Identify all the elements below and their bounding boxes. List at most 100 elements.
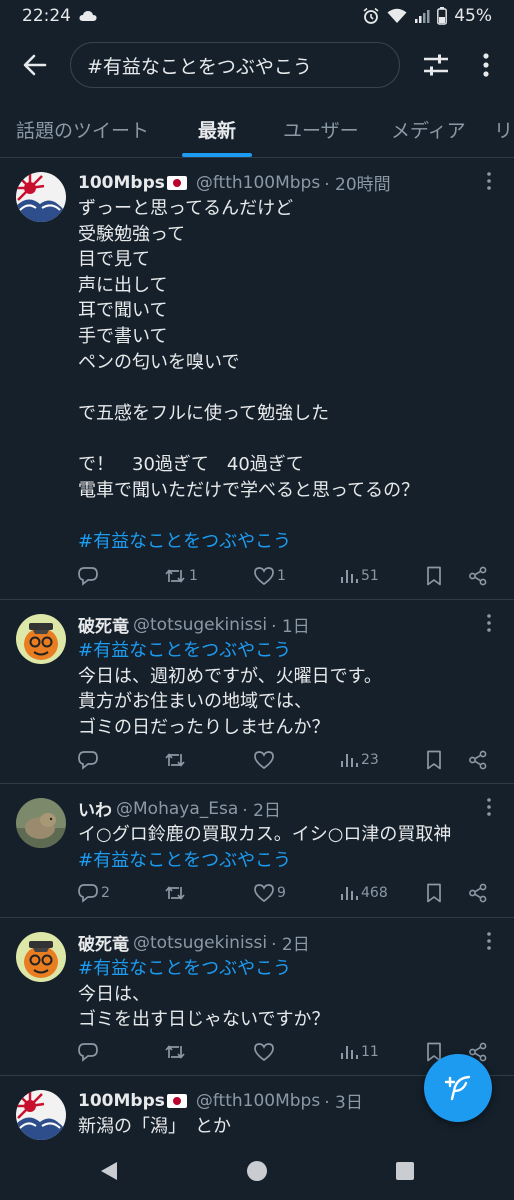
- display-name[interactable]: いわ: [78, 796, 112, 821]
- display-name[interactable]: 破死竜: [78, 930, 129, 955]
- more-options-button[interactable]: [474, 48, 498, 82]
- bookmark-button[interactable]: [426, 564, 442, 588]
- tweet[interactable]: 破死竜 @totsugekinissi · 1日 #有益なことをつぶやこう 今日…: [0, 600, 514, 784]
- japan-flag-icon: [166, 175, 187, 190]
- retweet-icon: [165, 886, 185, 900]
- bookmark-button[interactable]: [426, 881, 442, 905]
- reply-icon: [78, 567, 98, 586]
- tweet-line: 今日は、: [78, 983, 150, 1005]
- tweet-time: · 1日: [271, 617, 310, 637]
- avatar[interactable]: [16, 172, 66, 222]
- tab-media[interactable]: メディア: [391, 116, 466, 143]
- search-tabs: 話題のツイート 最新 ユーザー メディア リ: [0, 100, 514, 158]
- back-button[interactable]: [18, 48, 52, 82]
- reply-button[interactable]: 2: [78, 881, 110, 905]
- like-count: 1: [277, 568, 286, 584]
- tab-latest[interactable]: 最新: [198, 116, 236, 143]
- like-button[interactable]: 1: [254, 564, 286, 588]
- active-tab-indicator: [182, 153, 252, 157]
- nav-home-button[interactable]: [242, 1156, 272, 1186]
- hashtag-link[interactable]: #有益なことをつぶやこう: [78, 956, 494, 982]
- retweet-button[interactable]: [164, 1040, 189, 1064]
- share-button[interactable]: [468, 748, 488, 772]
- display-name[interactable]: 破死竜: [78, 612, 129, 637]
- tweet[interactable]: いわ @Mohaya_Esa · 2日 イ○グロ鈴鹿の買取カス。イシ○ロ津の買取…: [0, 784, 514, 918]
- like-count: 9: [277, 885, 286, 901]
- view-count: 23: [361, 752, 379, 768]
- nav-recents-button[interactable]: [390, 1156, 420, 1186]
- tweet[interactable]: 100Mbps @ftth100Mbps · 20時間 ずっーと思ってるんだけど…: [0, 158, 514, 600]
- tweet-line: 貴方がお住まいの地域では、: [78, 691, 312, 713]
- tweet-header: 100Mbps @ftth100Mbps · 20時間: [78, 170, 474, 196]
- reply-button[interactable]: [78, 1040, 101, 1064]
- arrow-left-icon: [23, 54, 47, 76]
- tweet-text: イ○グロ鈴鹿の買取カス。イシ○ロ津の買取神 #有益なことをつぶやこう: [78, 822, 494, 873]
- tweet-time: · 2日: [271, 935, 310, 955]
- reply-button[interactable]: [78, 564, 101, 588]
- bookmark-button[interactable]: [426, 748, 442, 772]
- tweet-line: 声に出して: [78, 274, 168, 296]
- reply-button[interactable]: [78, 748, 101, 772]
- user-handle: @totsugekinissi: [133, 932, 268, 953]
- tab-top[interactable]: 話題のツイート: [16, 116, 149, 143]
- view-count: 11: [361, 1044, 379, 1060]
- nav-back-button[interactable]: [94, 1156, 124, 1186]
- compose-tweet-button[interactable]: [424, 1054, 492, 1122]
- avatar[interactable]: [16, 614, 66, 664]
- tab-users[interactable]: ユーザー: [283, 116, 359, 143]
- like-button[interactable]: 9: [254, 881, 286, 905]
- hashtag-link[interactable]: #有益なことをつぶやこう: [78, 638, 494, 664]
- tweet-line: 新潟の「潟」 とか: [78, 1116, 231, 1137]
- compose-tweet-icon: [444, 1075, 471, 1101]
- tweet[interactable]: 破死竜 @totsugekinissi · 2日 #有益なことをつぶやこう 今日…: [0, 918, 514, 1076]
- tweet-header: 破死竜 @totsugekinissi · 2日: [78, 930, 474, 956]
- tweet-more-icon[interactable]: [484, 612, 494, 634]
- tab-lists[interactable]: リ: [494, 116, 513, 143]
- user-handle: @totsugekinissi: [133, 614, 268, 635]
- retweet-button[interactable]: 1: [164, 564, 198, 588]
- avatar[interactable]: [16, 1090, 66, 1140]
- share-icon: [469, 883, 487, 903]
- reply-icon: [78, 751, 98, 770]
- tweet-text: #有益なことをつぶやこう 今日は、 ゴミを出す日じゃないですか？: [78, 956, 494, 1033]
- heart-icon: [254, 567, 274, 585]
- reply-icon: [78, 884, 98, 903]
- views-button[interactable]: 51: [340, 564, 379, 588]
- battery-icon: [437, 7, 448, 25]
- heart-icon: [254, 884, 274, 902]
- views-button[interactable]: 468: [340, 881, 388, 905]
- display-name[interactable]: 100Mbps: [78, 173, 165, 193]
- tweet-header: 100Mbps @ftth100Mbps · 3日: [78, 1088, 474, 1114]
- display-name[interactable]: 100Mbps: [78, 1091, 165, 1111]
- tweet-line: イ○グロ鈴鹿の買取カス。イシ○ロ津の買取神: [78, 824, 452, 845]
- top-bar: #有益なことをつぶやこう: [0, 36, 514, 94]
- heart-icon: [254, 751, 274, 769]
- user-handle: @ftth100Mbps: [195, 1090, 321, 1111]
- retweet-button[interactable]: [164, 748, 189, 772]
- tweet-line: 今日は、週初めですが、火曜日です。: [78, 665, 382, 687]
- search-filter-button[interactable]: [420, 48, 452, 82]
- share-button[interactable]: [468, 564, 488, 588]
- battery-level: 45%: [454, 6, 492, 26]
- retweet-button[interactable]: [164, 881, 189, 905]
- reply-count: 2: [101, 885, 110, 901]
- tweet-line: [78, 375, 494, 401]
- share-button[interactable]: [468, 881, 488, 905]
- hashtag-link[interactable]: #有益なことをつぶやこう: [78, 529, 494, 555]
- tweet-more-icon[interactable]: [484, 170, 494, 192]
- like-button[interactable]: [254, 748, 277, 772]
- views-button[interactable]: 11: [340, 1040, 379, 1064]
- retweet-icon: [165, 569, 185, 583]
- views-icon: [341, 1046, 358, 1059]
- tweet-time: · 20時間: [324, 175, 391, 195]
- square-recents-icon: [396, 1162, 414, 1180]
- tweet-more-icon[interactable]: [484, 930, 494, 952]
- like-button[interactable]: [254, 1040, 277, 1064]
- tweet-more-icon[interactable]: [484, 796, 494, 818]
- avatar[interactable]: [16, 798, 66, 848]
- avatar[interactable]: [16, 932, 66, 982]
- hashtag-link[interactable]: #有益なことをつぶやこう: [78, 848, 494, 874]
- share-icon: [469, 750, 487, 770]
- search-input[interactable]: #有益なことをつぶやこう: [70, 42, 400, 88]
- views-button[interactable]: 23: [340, 748, 379, 772]
